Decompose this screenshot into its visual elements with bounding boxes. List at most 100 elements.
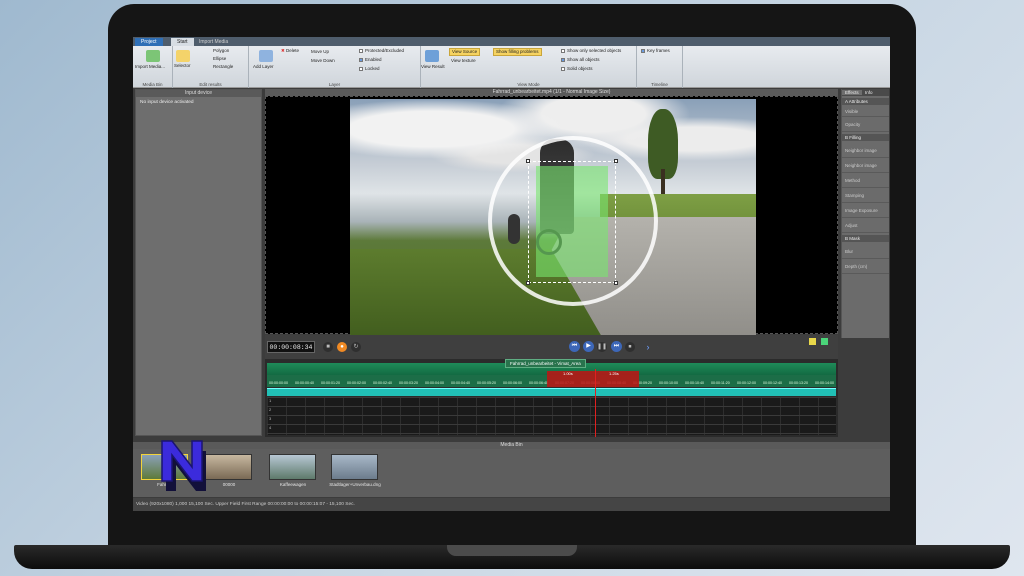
play-icon[interactable]: ▶ (583, 341, 594, 352)
add-layer-icon (259, 50, 273, 62)
visible-toggle[interactable]: Visible (842, 107, 889, 117)
media-bin-title: Media Bin (133, 442, 890, 449)
selected-range[interactable]: 1.00s 1.25s (547, 371, 639, 387)
keyframes-checkbox[interactable]: Key frames (641, 48, 670, 54)
previous-icon[interactable]: ⏮ (569, 341, 580, 352)
media-thumb-4[interactable] (331, 454, 378, 480)
section-mask[interactable]: B Mask (842, 235, 889, 242)
group-label: View Mode (517, 82, 540, 87)
tab-effects[interactable]: Effects (842, 90, 862, 95)
timeline-tick: 00:00:12:40 (763, 381, 782, 385)
image-exposure-field[interactable]: Image Exposure (842, 203, 889, 218)
blur-field[interactable]: Blur (842, 244, 889, 259)
polygon-button[interactable]: Polygon (213, 48, 229, 54)
protected-checkbox[interactable]: Protected/Excluded (359, 48, 404, 54)
import-media-icon (146, 50, 160, 62)
media-label: Stadtlager+Unverbau.dng (329, 482, 381, 487)
rectangle-button[interactable]: Rectangle (213, 64, 233, 70)
timeline: Fahrrad_unbearbeitet - Vimat_Area 00:00:… (265, 359, 838, 437)
effects-tabs: Effects Info (842, 89, 889, 96)
opacity-slider[interactable]: Opacity (842, 117, 889, 132)
timecode-display[interactable]: 00:00:08:34 (267, 341, 315, 353)
media-thumb-2[interactable] (205, 454, 252, 480)
keyframe-icon[interactable] (821, 338, 828, 345)
effects-panel: Effects Info A Attributes Visible Opacit… (841, 89, 889, 338)
stop-icon[interactable]: ■ (323, 342, 333, 352)
timeline-tick: 00:00:04:00 (425, 381, 444, 385)
delete-button[interactable]: ✖ Delete (281, 48, 299, 54)
input-device-message: No input device activated (140, 100, 194, 105)
method-field[interactable]: Method (842, 173, 889, 188)
adjust-field[interactable]: Adjust (842, 218, 889, 233)
media-bin: Media Bin Fahrrad 00000 Kaffeewagen Stad… (133, 442, 890, 497)
timeline-tick: 00:00:14:00 (815, 381, 834, 385)
next-icon[interactable]: ⏭ (611, 341, 622, 352)
view-texture-button[interactable]: View texture (451, 58, 476, 64)
selector-button[interactable]: Selector (174, 63, 191, 69)
chevron-right-icon[interactable]: › (643, 342, 653, 352)
timeline-tick: 00:00:01:20 (321, 381, 340, 385)
group-label: Layer (328, 82, 341, 87)
show-filling-problems-button[interactable]: Show filling problems (493, 48, 542, 56)
timeline-clip-name: Fahrrad_unbearbeitet - Vimat_Area (505, 359, 586, 368)
tab-start[interactable]: Start (171, 38, 194, 46)
transport-bar: 00:00:08:34 ■ ● ↻ ⏮ ▶ ❚❚ ⏭ ⏹ › (265, 335, 838, 359)
timeline-tick: 00:00:06:00 (503, 381, 522, 385)
brush-circle[interactable] (488, 136, 658, 306)
tab-project[interactable]: Project (135, 38, 163, 46)
view-source-button[interactable]: View Source (449, 48, 481, 56)
selector-icon (176, 50, 190, 62)
enabled-checkbox[interactable]: Enabled (359, 57, 382, 63)
timeline-grid[interactable]: 1 2 3 4 (267, 397, 836, 435)
marker-icon[interactable] (809, 338, 816, 345)
section-attributes[interactable]: A Attributes (842, 98, 889, 105)
preview-title: Fahrrad_unbearbeitet.mp4 (1/1 - Normal I… (265, 89, 838, 96)
timeline-tick: 00:00:03:20 (399, 381, 418, 385)
locked-checkbox[interactable]: Locked (359, 66, 380, 72)
timeline-track[interactable] (267, 388, 836, 396)
n-logo-icon (161, 440, 206, 491)
timeline-tick: 00:00:12:00 (737, 381, 756, 385)
app-window: Project Start Import Media Import Media.… (133, 37, 890, 511)
video-frame[interactable] (350, 99, 756, 335)
input-device-panel: Input device No input device activated (135, 89, 262, 436)
stamping-field[interactable]: Stamping (842, 188, 889, 203)
timeline-tick: 00:00:10:40 (685, 381, 704, 385)
timeline-tick: 00:00:11:20 (711, 381, 730, 385)
move-up-button[interactable]: Move Up (311, 49, 329, 55)
group-timeline: Key frames Timeline (637, 46, 683, 88)
timeline-tick: 00:00:13:20 (789, 381, 808, 385)
media-thumb-3[interactable] (269, 454, 316, 480)
solid-objects-checkbox[interactable]: Solid objects (561, 66, 593, 72)
tree-trunk (661, 169, 665, 194)
view-result-icon (425, 50, 439, 62)
ellipse-button[interactable]: Ellipse (213, 56, 226, 62)
group-media-bin: Import Media... Media Bin (133, 46, 173, 88)
move-down-button[interactable]: Move Down (311, 58, 335, 64)
add-layer-button[interactable]: Add Layer (253, 64, 274, 70)
media-label: Kaffeewagen (279, 482, 307, 487)
pause-icon[interactable]: ❚❚ (597, 342, 607, 352)
section-filling[interactable]: B Filling (842, 134, 889, 141)
tab-import-media[interactable]: Import Media (193, 38, 234, 46)
neighbor-image-1[interactable]: Neighbor image (842, 143, 889, 158)
view-result-button[interactable]: View Result (421, 64, 445, 70)
group-view-mode: View Result View Source View texture Sho… (421, 46, 637, 88)
playhead[interactable] (595, 369, 596, 437)
depth-field[interactable]: Depth (cm) (842, 259, 889, 274)
laptop-notch (447, 545, 577, 556)
loop-icon[interactable]: ↻ (351, 342, 361, 352)
row-number: 1 (269, 398, 272, 403)
record-icon[interactable]: ● (337, 342, 347, 352)
group-label: Timeline (651, 82, 668, 87)
range-marker-start: 1.00s (563, 371, 573, 376)
show-all-objects-checkbox[interactable]: Show all objects (561, 57, 600, 63)
show-only-selected-checkbox[interactable]: Show only selected objects (561, 48, 621, 54)
timeline-tick: 00:00:05:20 (477, 381, 496, 385)
end-icon[interactable]: ⏹ (625, 342, 635, 352)
group-label: Media Bin (142, 82, 163, 87)
row-number: 3 (269, 416, 272, 421)
import-media-button[interactable]: Import Media... (135, 64, 165, 70)
tab-info[interactable]: Info (863, 90, 875, 95)
neighbor-image-2[interactable]: Neighbor image (842, 158, 889, 173)
